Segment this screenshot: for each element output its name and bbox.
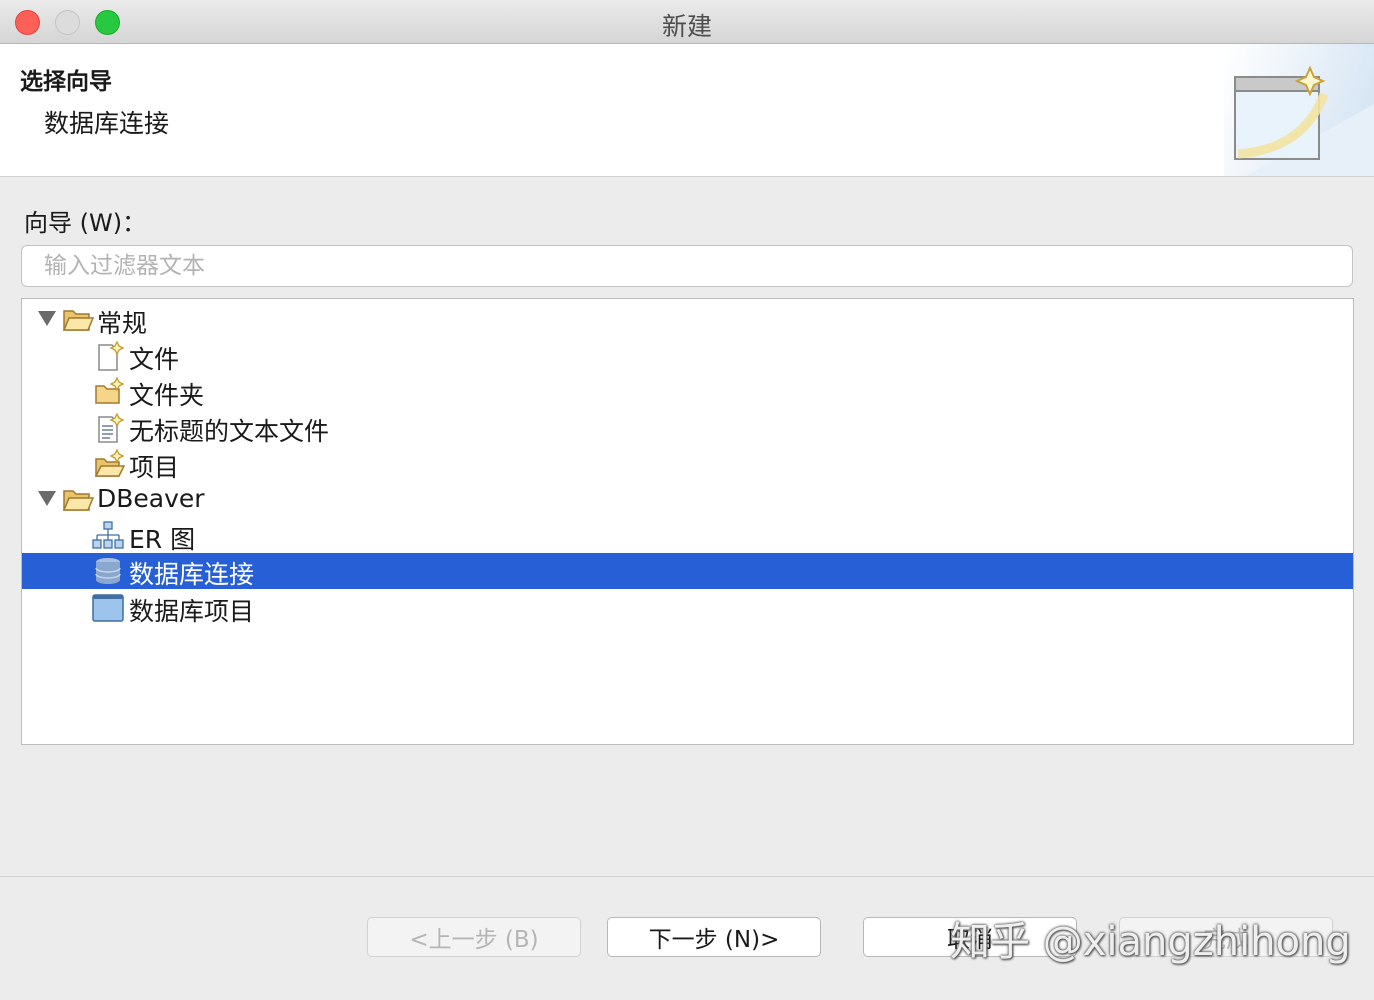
tree-item-label: 文件夹 (129, 381, 205, 410)
tree-item-folder[interactable]: 文件夹 (22, 374, 1353, 410)
back-button[interactable]: <上一步 (B) (367, 917, 581, 957)
tree-item-untitled-text-file[interactable]: 无标题的文本文件 (22, 410, 1353, 446)
new-wizard-banner-icon (1224, 44, 1374, 176)
title-bar: 新建 (0, 0, 1374, 44)
filter-input[interactable] (21, 245, 1353, 287)
er-diagram-icon (92, 521, 124, 551)
folder-open-icon (62, 305, 94, 335)
wizard-header: 选择向导 数据库连接 (0, 44, 1374, 177)
tree-item-label: ER 图 (129, 525, 196, 554)
tree-item-dbeaver[interactable]: DBeaver (22, 482, 1353, 518)
tree-item-label: 数据库连接 (129, 560, 255, 589)
new-file-icon (94, 341, 126, 371)
tree-item-er-diagram[interactable]: ER 图 (22, 518, 1353, 554)
database-project-icon (92, 593, 124, 623)
expand-arrow-icon[interactable] (38, 311, 56, 326)
tree-item-label: 项目 (129, 453, 180, 482)
tree-item-database-connection[interactable]: 数据库连接 (22, 553, 1353, 589)
new-project-icon (94, 449, 126, 479)
tree-item-label: 无标题的文本文件 (129, 417, 330, 446)
tree-item-label: 数据库项目 (129, 597, 255, 626)
database-icon (94, 556, 126, 586)
watermark-text: 知乎 @xiangzhihong (950, 919, 1351, 965)
expand-arrow-icon[interactable] (38, 491, 56, 506)
tree-item-label: 常规 (97, 309, 148, 338)
wizards-label: 向导 (W)： (24, 209, 147, 237)
folder-open-icon (62, 485, 94, 515)
header-title: 选择向导 (20, 69, 112, 95)
tree-item-database-project[interactable]: 数据库项目 (22, 590, 1353, 626)
tree-item-file[interactable]: 文件 (22, 338, 1353, 374)
wizard-tree[interactable]: 常规 文件 文件夹 无标题的文本文件 项目 DBeaver ER 图 数据库连接… (21, 298, 1354, 745)
new-folder-icon (94, 377, 126, 407)
window-title: 新建 (661, 12, 712, 41)
new-text-file-icon (94, 413, 126, 443)
tree-item-label: DBeaver (97, 484, 205, 513)
next-button[interactable]: 下一步 (N)> (607, 917, 821, 957)
button-bar-separator (0, 876, 1374, 877)
header-description: 数据库连接 (44, 109, 170, 138)
tree-item-label: 文件 (129, 345, 180, 374)
tree-item-project[interactable]: 项目 (22, 446, 1353, 482)
tree-item-general[interactable]: 常规 (22, 302, 1353, 338)
